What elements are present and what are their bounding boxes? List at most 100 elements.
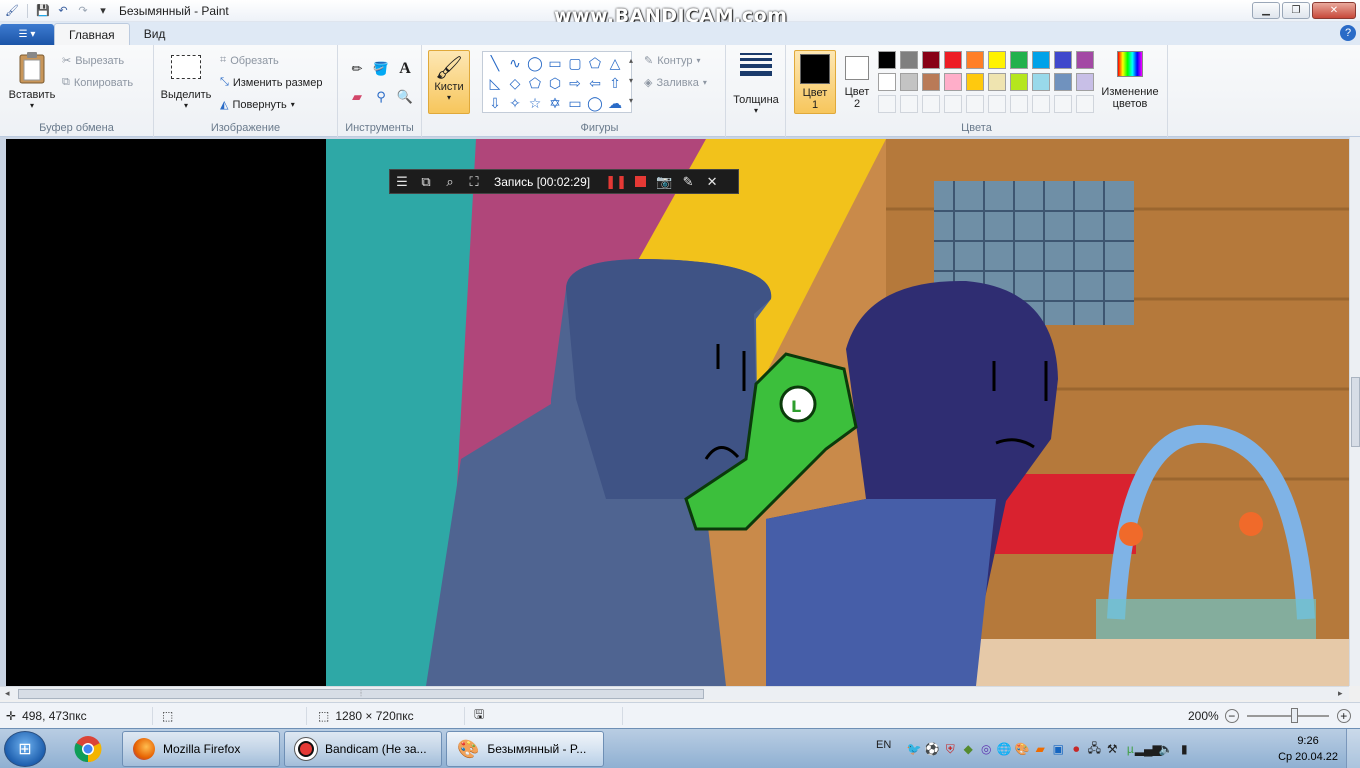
zoom-slider-thumb[interactable] bbox=[1290, 707, 1298, 723]
color1-button[interactable]: Цвет 1 bbox=[794, 50, 836, 114]
right-arrow-shape-icon[interactable]: ⇨ bbox=[565, 73, 585, 93]
customize-dropdown-icon[interactable]: ▾ bbox=[95, 3, 111, 19]
paint-app-icon[interactable]: 🖌 bbox=[4, 3, 20, 19]
outline-button[interactable]: ✎ Контур ▾ bbox=[644, 54, 701, 68]
horizontal-scrollbar[interactable]: ◂ ⦙ ▸ bbox=[0, 686, 1349, 700]
scroll-left-icon[interactable]: ◂ bbox=[5, 688, 10, 699]
fill-bucket-icon[interactable]: 🪣 bbox=[371, 59, 391, 79]
palette-swatch[interactable] bbox=[1076, 73, 1094, 91]
eraser-icon[interactable]: ▰ bbox=[347, 87, 367, 107]
triangle-shape-icon[interactable]: △ bbox=[605, 53, 625, 73]
battery-icon[interactable]: ▮ bbox=[1175, 740, 1193, 758]
text-tool-icon[interactable]: A bbox=[395, 59, 415, 79]
palette-swatch[interactable] bbox=[1010, 73, 1028, 91]
close-icon[interactable]: ✕ bbox=[700, 170, 724, 194]
zoom-out-icon[interactable]: − bbox=[1224, 708, 1239, 723]
palette-custom-slot[interactable] bbox=[988, 95, 1006, 113]
vertical-scroll-thumb[interactable] bbox=[1351, 377, 1360, 447]
tray-bird-icon[interactable]: 🐦 bbox=[905, 740, 923, 758]
scroll-right-icon[interactable]: ▸ bbox=[1338, 688, 1343, 699]
window-mode-icon[interactable]: ⧉ bbox=[414, 170, 438, 194]
target-select-icon[interactable]: ⌕ bbox=[438, 170, 462, 194]
cloud-shape-icon[interactable]: ☁ bbox=[605, 93, 625, 113]
palette-swatch[interactable] bbox=[1010, 51, 1028, 69]
color2-button[interactable]: Цвет 2 bbox=[836, 50, 878, 114]
palette-swatch[interactable] bbox=[988, 73, 1006, 91]
zoom-slider[interactable] bbox=[1246, 707, 1329, 723]
tray-shield-icon[interactable]: ⛨ bbox=[941, 740, 959, 758]
curve-shape-icon[interactable]: ∿ bbox=[505, 53, 525, 73]
palette-custom-slot[interactable] bbox=[922, 95, 940, 113]
palette-swatch[interactable] bbox=[1032, 51, 1050, 69]
palette-swatch[interactable] bbox=[1076, 51, 1094, 69]
brushes-button[interactable]: 🖌 Кисти ▾ bbox=[428, 50, 470, 114]
palette-swatch[interactable] bbox=[944, 51, 962, 69]
language-indicator[interactable]: EN bbox=[876, 739, 891, 751]
up-arrow-shape-icon[interactable]: ⇧ bbox=[605, 73, 625, 93]
rectangle-shape-icon[interactable]: ▭ bbox=[545, 53, 565, 73]
tray-record-icon[interactable]: ⏺ bbox=[1067, 740, 1085, 758]
pencil-icon[interactable]: ✎ bbox=[676, 170, 700, 194]
file-menu-button[interactable]: ☰ ▾ bbox=[0, 24, 54, 45]
hexagon-shape-icon[interactable]: ⬡ bbox=[545, 73, 565, 93]
line-shape-icon[interactable]: ╲ bbox=[485, 53, 505, 73]
right-triangle-shape-icon[interactable]: ◺ bbox=[485, 73, 505, 93]
diamond-shape-icon[interactable]: ◇ bbox=[505, 73, 525, 93]
cut-button[interactable]: ✂ Вырезать bbox=[62, 54, 124, 68]
down-arrow-shape-icon[interactable]: ⇩ bbox=[485, 93, 505, 113]
oval-shape-icon[interactable]: ◯ bbox=[525, 53, 545, 73]
palette-swatch[interactable] bbox=[1054, 73, 1072, 91]
maximize-button[interactable]: ❐ bbox=[1282, 2, 1310, 19]
undo-icon[interactable]: ↶ bbox=[55, 3, 71, 19]
task-bandicam[interactable]: Bandicam (Не за... bbox=[284, 731, 442, 767]
pause-icon[interactable]: ❚❚ bbox=[604, 170, 628, 194]
palette-custom-slot[interactable] bbox=[900, 95, 918, 113]
pencil-icon[interactable]: ✏ bbox=[347, 59, 367, 79]
tray-globe-icon[interactable]: 🌐 bbox=[995, 740, 1013, 758]
four-point-star-shape-icon[interactable]: ✧ bbox=[505, 93, 525, 113]
edit-colors-button[interactable]: Изменение цветов bbox=[1100, 51, 1160, 110]
palette-custom-slot[interactable] bbox=[966, 95, 984, 113]
pentagon-shape-icon[interactable]: ⬠ bbox=[525, 73, 545, 93]
help-icon[interactable]: ? bbox=[1340, 25, 1356, 41]
polygon-shape-icon[interactable]: ⬠ bbox=[585, 53, 605, 73]
tray-layers-icon[interactable]: ◆ bbox=[959, 740, 977, 758]
five-point-star-shape-icon[interactable]: ☆ bbox=[525, 93, 545, 113]
palette-custom-slot[interactable] bbox=[1054, 95, 1072, 113]
minimize-button[interactable]: ▁ bbox=[1252, 2, 1280, 19]
save-icon[interactable]: 💾 bbox=[35, 3, 51, 19]
stop-icon[interactable] bbox=[628, 170, 652, 194]
horizontal-scroll-thumb[interactable]: ⦙ bbox=[18, 689, 704, 699]
color-picker-icon[interactable]: ⚲ bbox=[371, 87, 391, 107]
volume-icon[interactable]: 🔈 bbox=[1157, 740, 1175, 758]
fill-button[interactable]: ◈ Заливка ▾ bbox=[644, 76, 707, 90]
tray-ring-icon[interactable]: ◎ bbox=[977, 740, 995, 758]
select-button[interactable]: Выделить ▾ bbox=[160, 55, 212, 110]
drawing-canvas[interactable]: L bbox=[6, 139, 1349, 686]
six-point-star-shape-icon[interactable]: ✡ bbox=[545, 93, 565, 113]
palette-swatch[interactable] bbox=[966, 73, 984, 91]
palette-swatch[interactable] bbox=[878, 73, 896, 91]
palette-swatch[interactable] bbox=[1054, 51, 1072, 69]
task-paint[interactable]: 🎨 Безымянный - P... bbox=[446, 731, 604, 767]
resize-button[interactable]: ⤡ Изменить размер bbox=[220, 76, 322, 89]
palette-swatch[interactable] bbox=[988, 51, 1006, 69]
shapes-scroll[interactable]: ▴ ▾ ▾ bbox=[625, 51, 637, 113]
redo-icon[interactable]: ↷ bbox=[75, 3, 91, 19]
tray-soccer-icon[interactable]: ⚽ bbox=[923, 740, 941, 758]
size-button[interactable]: Толщина ▾ bbox=[730, 53, 782, 115]
zoom-in-icon[interactable]: + bbox=[1336, 708, 1351, 723]
palette-swatch[interactable] bbox=[966, 51, 984, 69]
palette-custom-slot[interactable] bbox=[878, 95, 896, 113]
crop-button[interactable]: ⌗ Обрезать bbox=[220, 54, 279, 67]
task-firefox[interactable]: Mozilla Firefox bbox=[122, 731, 280, 767]
clock[interactable]: 9:26 Ср 20.04.22 bbox=[1278, 733, 1338, 765]
tray-box-icon[interactable]: ▣ bbox=[1049, 740, 1067, 758]
paste-button[interactable]: Вставить ▾ bbox=[6, 51, 58, 110]
rotate-button[interactable]: ◭ Повернуть ▾ bbox=[220, 98, 295, 112]
vertical-scrollbar[interactable] bbox=[1349, 137, 1360, 686]
rounded-rect-shape-icon[interactable]: ▢ bbox=[565, 53, 585, 73]
palette-swatch[interactable] bbox=[900, 51, 918, 69]
screenshot-camera-icon[interactable]: 📷 bbox=[652, 170, 676, 194]
tab-view[interactable]: Вид bbox=[130, 23, 180, 45]
